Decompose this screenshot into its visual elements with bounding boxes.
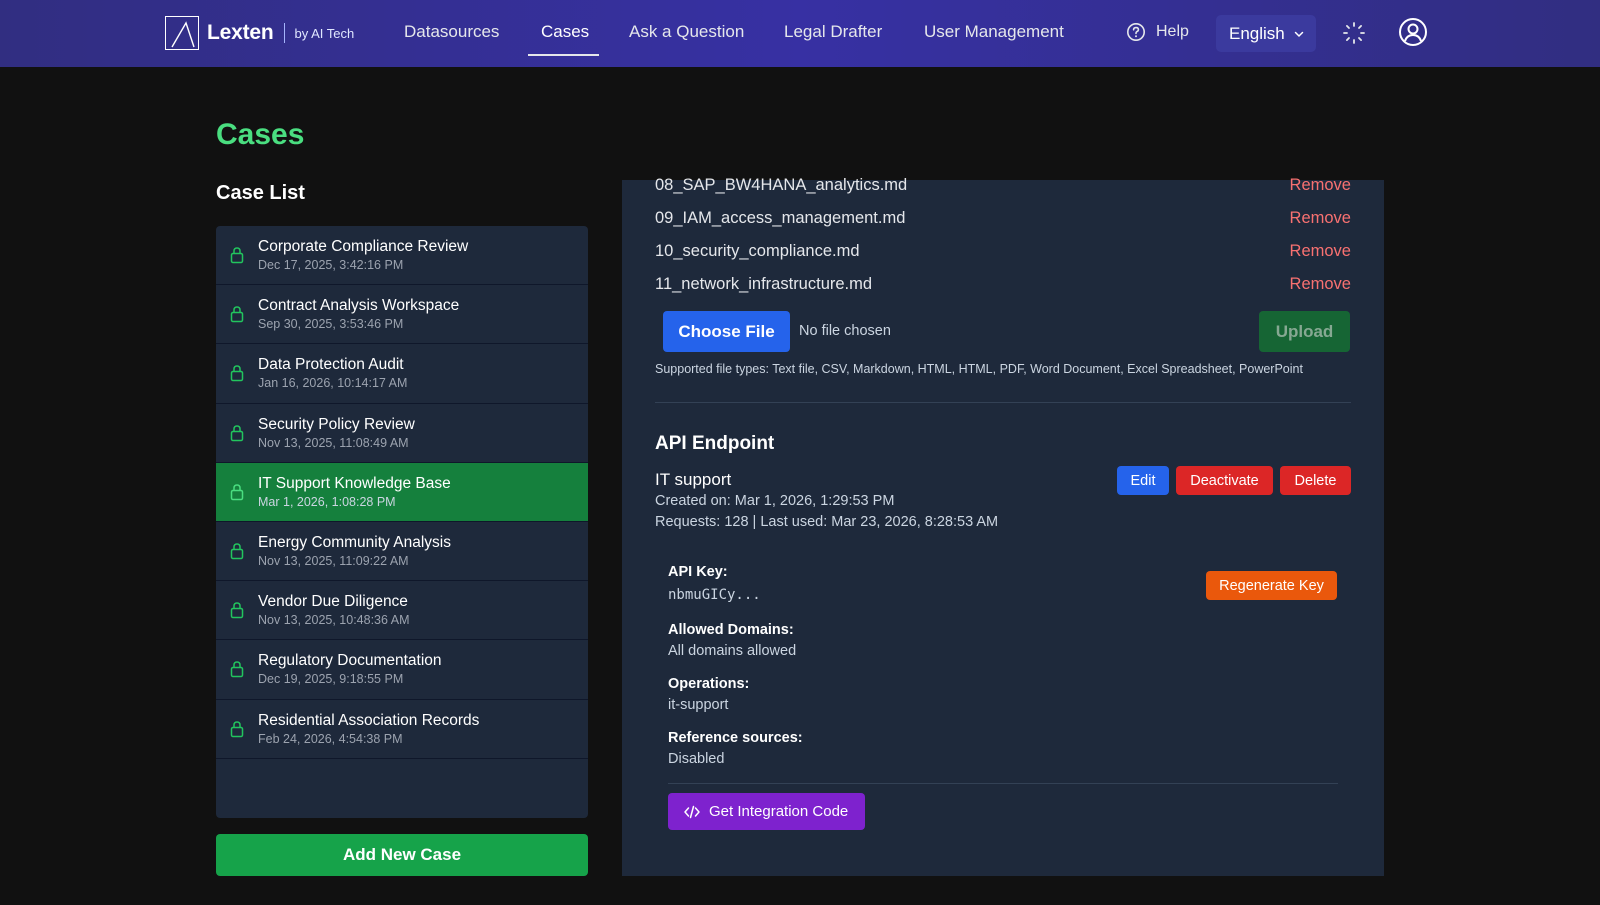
- lock-icon: [230, 720, 244, 737]
- allowed-domains-label: Allowed Domains:: [668, 622, 794, 638]
- case-list-item[interactable]: Security Policy Review Nov 13, 2025, 11:0…: [216, 404, 588, 463]
- lock-icon: [230, 306, 244, 323]
- reference-sources-label: Reference sources:: [668, 730, 803, 746]
- file-row: 10_security_compliance.md Remove: [655, 242, 1351, 266]
- nav-active-underline: [528, 54, 599, 56]
- case-date: Mar 1, 2026, 1:08:28 PM: [258, 494, 396, 509]
- case-date: Jan 16, 2026, 10:14:17 AM: [258, 376, 408, 391]
- nav-datasources[interactable]: Datasources: [404, 22, 499, 42]
- case-list-item[interactable]: Energy Community Analysis Nov 13, 2025, 1…: [216, 522, 588, 582]
- case-list-item[interactable]: Data Protection Audit Jan 16, 2026, 10:14…: [216, 344, 588, 404]
- supported-file-types: Supported file types: Text file, CSV, Ma…: [655, 362, 1303, 376]
- case-date: Nov 13, 2025, 11:08:49 AM: [258, 435, 409, 450]
- file-row: 09_IAM_access_management.md Remove: [655, 209, 1351, 233]
- lock-icon: [230, 543, 244, 560]
- file-row: 08_SAP_BW4HANA_analytics.md Remove: [655, 176, 1351, 200]
- case-date: Dec 17, 2025, 3:42:16 PM: [258, 258, 404, 273]
- lock-icon: [230, 365, 244, 382]
- case-name: Regulatory Documentation: [258, 652, 442, 670]
- case-date: Nov 13, 2025, 11:09:22 AM: [258, 554, 409, 569]
- case-list-item[interactable]: Vendor Due Diligence Nov 13, 2025, 10:48:…: [216, 581, 588, 641]
- case-list-item[interactable]: Contract Analysis Workspace Sep 30, 2025,…: [216, 285, 588, 345]
- code-icon: [684, 805, 700, 818]
- remove-file-link[interactable]: Remove: [1290, 275, 1351, 299]
- get-integration-code-button[interactable]: Get Integration Code: [668, 793, 865, 830]
- case-date: Dec 19, 2025, 9:18:55 PM: [258, 672, 404, 687]
- page-title: Cases: [216, 118, 305, 151]
- lock-icon: [230, 661, 244, 678]
- case-name: Corporate Compliance Review: [258, 238, 469, 256]
- case-name: Energy Community Analysis: [258, 534, 451, 552]
- regenerate-key-button[interactable]: Regenerate Key: [1206, 571, 1337, 600]
- operations-value: it-support: [668, 697, 729, 713]
- nav-legal-drafter[interactable]: Legal Drafter: [784, 22, 882, 42]
- case-list-item[interactable]: Residential Association Records Feb 24, 2…: [216, 700, 588, 759]
- lock-icon: [230, 602, 244, 619]
- deactivate-button[interactable]: Deactivate: [1176, 466, 1273, 495]
- lock-icon: [230, 424, 244, 441]
- endpoint-requests: Requests: 128 | Last used: Mar 23, 2026,…: [655, 514, 999, 530]
- file-name: 08_SAP_BW4HANA_analytics.md: [655, 176, 908, 194]
- case-list-title: Case List: [216, 182, 305, 204]
- brand-logo[interactable]: Lexten by AI Tech: [165, 16, 354, 50]
- case-date: Feb 24, 2026, 4:54:38 PM: [258, 731, 403, 746]
- api-key-label: API Key:: [668, 564, 728, 580]
- api-key-value: nbmuGICy...: [668, 587, 761, 603]
- help-icon: [1127, 23, 1145, 41]
- language-select[interactable]: English: [1216, 15, 1316, 52]
- section-divider: [655, 402, 1351, 403]
- case-list-item[interactable]: Corporate Compliance Review Dec 17, 2025,…: [216, 226, 588, 286]
- nav-cases[interactable]: Cases: [541, 22, 589, 42]
- lock-icon: [230, 484, 244, 501]
- case-name: IT Support Knowledge Base: [258, 474, 451, 492]
- operations-label: Operations:: [668, 676, 750, 692]
- case-date: Sep 30, 2025, 3:53:46 PM: [258, 317, 404, 332]
- remove-file-link[interactable]: Remove: [1290, 209, 1351, 233]
- case-name: Data Protection Audit: [258, 356, 404, 374]
- api-endpoint-title: API Endpoint: [655, 433, 775, 454]
- case-date: Nov 13, 2025, 10:48:36 AM: [258, 613, 410, 628]
- brand-name: Lexten: [207, 21, 274, 44]
- remove-file-link[interactable]: Remove: [1290, 242, 1351, 266]
- remove-file-link[interactable]: Remove: [1290, 176, 1351, 200]
- choose-file-button[interactable]: Choose File: [663, 311, 790, 352]
- file-name: 10_security_compliance.md: [655, 242, 860, 260]
- delete-button[interactable]: Delete: [1280, 466, 1351, 495]
- brand-byline: by AI Tech: [294, 25, 355, 41]
- file-row: 11_network_infrastructure.md Remove: [655, 275, 1351, 299]
- language-value: English: [1229, 23, 1285, 43]
- file-name: 11_network_infrastructure.md: [655, 275, 873, 293]
- upload-button[interactable]: Upload: [1259, 311, 1350, 352]
- section-divider: [668, 783, 1338, 784]
- case-list-item-selected[interactable]: IT Support Knowledge Base Mar 1, 2026, 1:…: [216, 462, 588, 522]
- edit-button[interactable]: Edit: [1117, 466, 1169, 495]
- case-name: Security Policy Review: [258, 415, 415, 433]
- case-name: Residential Association Records: [258, 711, 480, 729]
- case-detail-panel: 08_SAP_BW4HANA_analytics.md Remove 09_IA…: [622, 176, 1384, 876]
- brand-divider: [283, 23, 285, 43]
- allowed-domains-value: All domains allowed: [668, 643, 797, 659]
- nav-ask-a-question[interactable]: Ask a Question: [629, 22, 744, 42]
- no-file-chosen-label: No file chosen: [799, 323, 891, 339]
- reference-sources-value: Disabled: [668, 751, 725, 767]
- nav-user-management[interactable]: User Management: [924, 22, 1064, 42]
- case-name: Contract Analysis Workspace: [258, 297, 460, 315]
- add-new-case-button[interactable]: Add New Case: [216, 834, 588, 876]
- lock-icon: [230, 247, 244, 264]
- endpoint-name: IT support: [655, 470, 732, 489]
- file-name: 09_IAM_access_management.md: [655, 209, 906, 227]
- logo-mark-icon: [165, 16, 199, 50]
- endpoint-created: Created on: Mar 1, 2026, 1:29:53 PM: [655, 493, 895, 509]
- case-list-item[interactable]: Regulatory Documentation Dec 19, 2025, 9:…: [216, 640, 588, 700]
- user-profile-icon[interactable]: [1398, 17, 1428, 47]
- theme-toggle-icon[interactable]: [1342, 21, 1366, 45]
- top-navigation-bar: Lexten by AI Tech Datasources Cases Ask …: [0, 0, 1600, 67]
- help-label: Help: [1156, 23, 1189, 40]
- chevron-down-icon: [1294, 31, 1304, 37]
- integration-label: Get Integration Code: [709, 803, 849, 820]
- help-link[interactable]: Help: [1126, 22, 1189, 42]
- case-list: Corporate Compliance Review Dec 17, 2025,…: [216, 226, 588, 818]
- case-name: Vendor Due Diligence: [258, 593, 408, 611]
